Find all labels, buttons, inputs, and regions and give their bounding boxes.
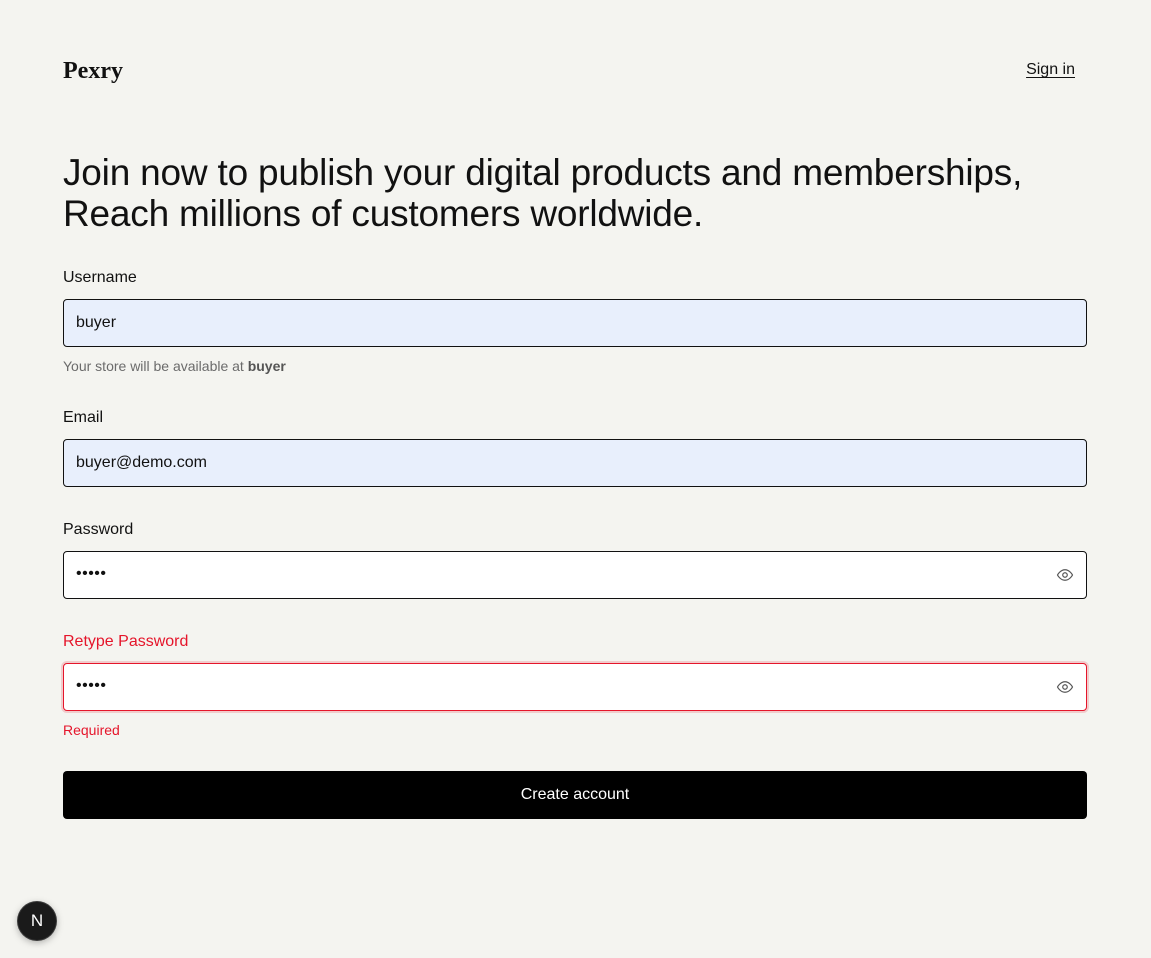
- retype-password-group: Retype Password ••••• Required: [63, 632, 1087, 739]
- headline-line-2: Reach millions of customers worldwide.: [63, 193, 704, 234]
- brand-logo[interactable]: Pexry: [63, 57, 123, 85]
- password-input-wrap: •••••: [63, 551, 1087, 599]
- email-label: Email: [63, 409, 104, 426]
- retype-password-label: Retype Password: [63, 633, 189, 650]
- retype-password-error: Required: [63, 722, 120, 738]
- email-value: buyer@demo.com: [76, 454, 207, 471]
- eye-icon: [1056, 681, 1074, 693]
- retype-password-visibility-toggle[interactable]: [1055, 677, 1075, 697]
- helper-store-name: buyer: [247, 358, 286, 374]
- retype-password-input-wrap: •••••: [63, 663, 1087, 711]
- nextjs-dev-indicator[interactable]: N: [18, 902, 56, 940]
- headline-line-1: Join now to publish your digital product…: [63, 152, 1023, 193]
- password-label: Password: [63, 521, 134, 538]
- retype-password-input[interactable]: •••••: [63, 663, 1087, 711]
- password-group: Password •••••: [63, 520, 1087, 599]
- username-input[interactable]: buyer: [63, 299, 1087, 347]
- page-headline: Join now to publish your digital product…: [63, 152, 1103, 234]
- create-account-button[interactable]: Create account: [63, 771, 1087, 819]
- username-helper-text: Your store will be available at buyer: [63, 357, 1087, 375]
- email-input[interactable]: buyer@demo.com: [63, 439, 1087, 487]
- password-masked-value: •••••: [76, 565, 107, 582]
- email-input-wrap: buyer@demo.com: [63, 439, 1087, 487]
- username-value: buyer: [76, 314, 117, 331]
- sign-in-link[interactable]: Sign in: [1026, 60, 1075, 80]
- password-input[interactable]: •••••: [63, 551, 1087, 599]
- nextjs-logo-icon: N: [30, 911, 44, 930]
- username-input-wrap: buyer: [63, 299, 1087, 347]
- eye-icon: [1056, 569, 1074, 581]
- password-visibility-toggle[interactable]: [1055, 565, 1075, 585]
- helper-prefix: Your store will be available at: [63, 358, 248, 374]
- email-group: Email buyer@demo.com: [63, 408, 1087, 487]
- retype-password-masked-value: •••••: [76, 677, 107, 694]
- username-label: Username: [63, 269, 137, 286]
- username-group: Username buyer Your store will be availa…: [63, 268, 1087, 375]
